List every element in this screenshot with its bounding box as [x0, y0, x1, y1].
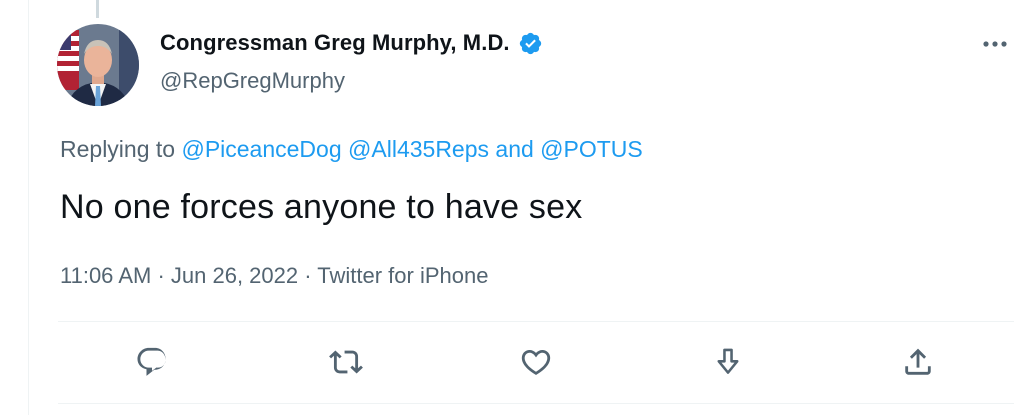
thread-connector-line: [96, 0, 99, 18]
share-button[interactable]: [900, 344, 936, 380]
mention-link-all435reps[interactable]: @All435Reps: [348, 136, 489, 162]
heart-icon: [521, 349, 551, 375]
replying-to-label: Replying to: [60, 136, 182, 162]
avatar[interactable]: [57, 24, 139, 106]
retweet-button[interactable]: [328, 344, 364, 380]
timeline-left-border: [28, 0, 29, 415]
tweet-date[interactable]: Jun 26, 2022: [171, 263, 298, 288]
bookmark-download-icon: [717, 348, 739, 374]
tweet-meta: 11:06 AM · Jun 26, 2022 · Twitter for iP…: [60, 263, 488, 289]
bookmark-button[interactable]: [710, 344, 746, 380]
like-button[interactable]: [518, 344, 554, 380]
tweet-text: No one forces anyone to have sex: [60, 188, 583, 226]
meta-dot-separator: ·: [151, 263, 171, 288]
tweet-time[interactable]: 11:06 AM: [60, 263, 151, 288]
tweet-source[interactable]: Twitter for iPhone: [317, 263, 488, 288]
reply-icon: [137, 347, 166, 376]
more-dots-icon: [983, 41, 1007, 47]
meta-dot-separator: ·: [298, 263, 318, 288]
reply-button[interactable]: [134, 344, 170, 380]
mention-link-piceancedog[interactable]: @PiceanceDog: [181, 136, 341, 162]
author-display-name[interactable]: Congressman Greg Murphy, M.D.: [160, 30, 510, 56]
share-icon: [905, 348, 931, 375]
mention-and-separator: and: [489, 136, 541, 162]
replying-to-line: Replying to @PiceanceDog @All435Reps and…: [60, 136, 643, 163]
more-options-button[interactable]: [980, 32, 1010, 56]
action-bar-bottom-divider: [58, 403, 1014, 404]
retweet-icon: [329, 350, 363, 374]
mention-link-potus[interactable]: @POTUS: [540, 136, 643, 162]
verified-badge-icon: [518, 31, 543, 56]
avatar-image: [57, 24, 139, 106]
tweet-action-bar: [58, 338, 1014, 386]
action-bar-top-divider: [58, 321, 1014, 322]
author-handle[interactable]: @RepGregMurphy: [160, 68, 345, 94]
author-name-row[interactable]: Congressman Greg Murphy, M.D.: [160, 30, 543, 56]
